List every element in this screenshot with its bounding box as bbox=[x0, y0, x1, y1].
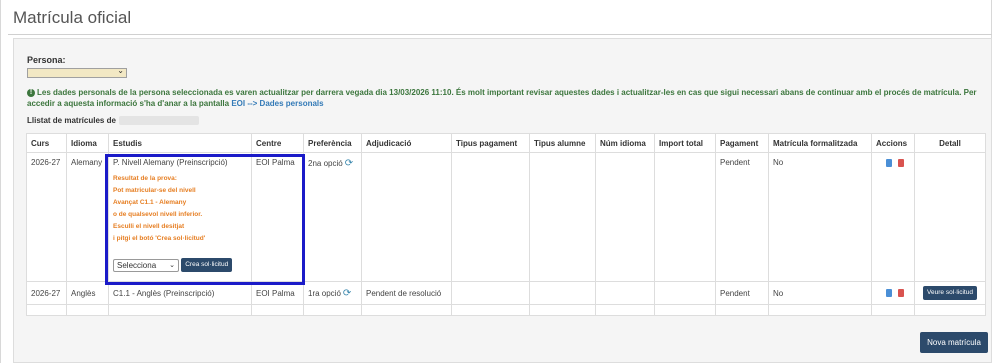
cell-accions bbox=[871, 281, 915, 305]
cell-centre: EOI Palma bbox=[251, 152, 304, 282]
personal-data-notice: ! Les dades personals de la persona selec… bbox=[27, 87, 977, 109]
cell-tipus-alumne bbox=[529, 152, 596, 282]
cell-adjudicacio: Pendent de resolució bbox=[361, 281, 452, 305]
warning-line: i pitgi el botó 'Crea sol·licitud' bbox=[113, 235, 206, 242]
preference-text: 1ra opció bbox=[308, 288, 341, 298]
title-divider bbox=[8, 34, 992, 35]
column-header: Tipus alumne bbox=[529, 133, 596, 153]
page-title: Matrícula oficial bbox=[13, 8, 132, 27]
cell-num-idioma bbox=[595, 152, 655, 282]
column-header: Tipus pagament bbox=[451, 133, 530, 153]
level-select[interactable]: Selecciona ⌄ bbox=[113, 258, 179, 272]
notice-text: Les dades personals de la persona selecc… bbox=[27, 88, 977, 108]
column-header: Detall bbox=[914, 133, 986, 153]
warning-line: Avançat C1.1 - Alemany bbox=[113, 199, 187, 206]
listing-label-text: Llistat de matrícules de bbox=[27, 116, 116, 125]
level-selection-row: Selecciona ⌄ Crea sol·licitud bbox=[113, 258, 247, 272]
warning-line: Resultat de la prova: bbox=[113, 175, 177, 182]
cell-formalitzada: No bbox=[768, 152, 872, 282]
column-header: Estudis bbox=[108, 133, 252, 153]
column-header: Núm idioma bbox=[595, 133, 655, 153]
column-header: Idioma bbox=[66, 133, 109, 153]
cell-estudis: P. Nivell Alemany (Preinscripció) Result… bbox=[108, 152, 252, 282]
personal-data-link[interactable]: EOI --> Dades personals bbox=[231, 99, 323, 108]
cell-tipus-pagament bbox=[451, 152, 530, 282]
cell-centre: EOI Palma bbox=[251, 281, 304, 305]
persona-select[interactable]: ⌄ bbox=[27, 66, 127, 78]
exam-result-message: Resultat de la prova: Pot matricular-se … bbox=[113, 173, 247, 245]
cell-tipus-alumne bbox=[529, 281, 596, 305]
column-header: Pagament bbox=[715, 133, 769, 153]
cell-accions bbox=[871, 152, 915, 282]
column-header: Import total bbox=[654, 133, 716, 153]
redacted-name bbox=[118, 116, 199, 126]
table-row-empty bbox=[26, 304, 986, 316]
cell-curs: 2026-27 bbox=[26, 152, 67, 282]
cell-preferencia: 2na opció ⟳ bbox=[303, 152, 362, 282]
refresh-icon[interactable]: ⟳ bbox=[345, 158, 353, 169]
cell-formalitzada: No bbox=[768, 281, 872, 305]
warning-line: Esculli el nivell desitjat bbox=[113, 223, 185, 230]
document-icon[interactable] bbox=[886, 158, 892, 167]
document-icon[interactable] bbox=[886, 289, 892, 298]
trash-icon[interactable] bbox=[898, 289, 904, 298]
chevron-down-icon: ⌄ bbox=[169, 261, 175, 269]
listing-label: Llistat de matrícules de bbox=[27, 116, 199, 126]
cell-preferencia: 1ra opció ⟳ bbox=[303, 281, 362, 305]
cell-detall bbox=[914, 152, 986, 282]
refresh-icon[interactable]: ⟳ bbox=[343, 288, 351, 299]
column-header: Centre bbox=[251, 133, 304, 153]
cell-tipus-pagament bbox=[451, 281, 530, 305]
table-header-row: Curs Idioma Estudis Centre Preferència A… bbox=[26, 133, 986, 153]
column-header: Adjudicació bbox=[361, 133, 452, 153]
preference-text: 2na opció bbox=[308, 159, 343, 168]
chevron-down-icon: ⌄ bbox=[117, 66, 124, 75]
column-header: Preferència bbox=[303, 133, 362, 153]
persona-label: Persona: bbox=[27, 55, 66, 65]
view-request-button[interactable]: Veure sol·licitud bbox=[923, 286, 977, 300]
column-header: Matrícula formalitzada bbox=[768, 133, 872, 153]
cell-idioma: Alemany bbox=[66, 152, 109, 282]
cell-pagament: Pendent bbox=[715, 281, 769, 305]
create-request-button[interactable]: Crea sol·licitud bbox=[181, 258, 233, 272]
column-header: Accions bbox=[871, 133, 915, 153]
info-circle-icon: ! bbox=[27, 88, 35, 97]
cell-detall: Veure sol·licitud bbox=[914, 281, 986, 305]
cell-num-idioma bbox=[595, 281, 655, 305]
warning-line: o de qualsevol nivell inferior. bbox=[113, 211, 203, 218]
studies-name: P. Nivell Alemany (Preinscripció) bbox=[113, 158, 228, 167]
cell-estudis: C1.1 - Anglès (Preinscripció) bbox=[108, 281, 252, 305]
warning-line: Pot matricular-se del nivell bbox=[113, 187, 196, 194]
column-header: Curs bbox=[26, 133, 67, 153]
table-row: 2026-27 Alemany P. Nivell Alemany (Prein… bbox=[26, 152, 986, 282]
cell-import-total bbox=[654, 152, 716, 282]
trash-icon[interactable] bbox=[898, 158, 904, 167]
new-enrolment-button[interactable]: Nova matrícula bbox=[920, 332, 988, 353]
cell-curs: 2026-27 bbox=[26, 281, 67, 305]
level-select-value: Selecciona bbox=[117, 260, 157, 270]
table-row: 2026-27 Anglès C1.1 - Anglès (Preinscrip… bbox=[26, 281, 986, 305]
cell-pagament: Pendent bbox=[715, 152, 769, 282]
cell-idioma: Anglès bbox=[66, 281, 109, 305]
cell-adjudicacio bbox=[361, 152, 452, 282]
enrolments-table: Curs Idioma Estudis Centre Preferència A… bbox=[26, 133, 986, 316]
cell-import-total bbox=[654, 281, 716, 305]
